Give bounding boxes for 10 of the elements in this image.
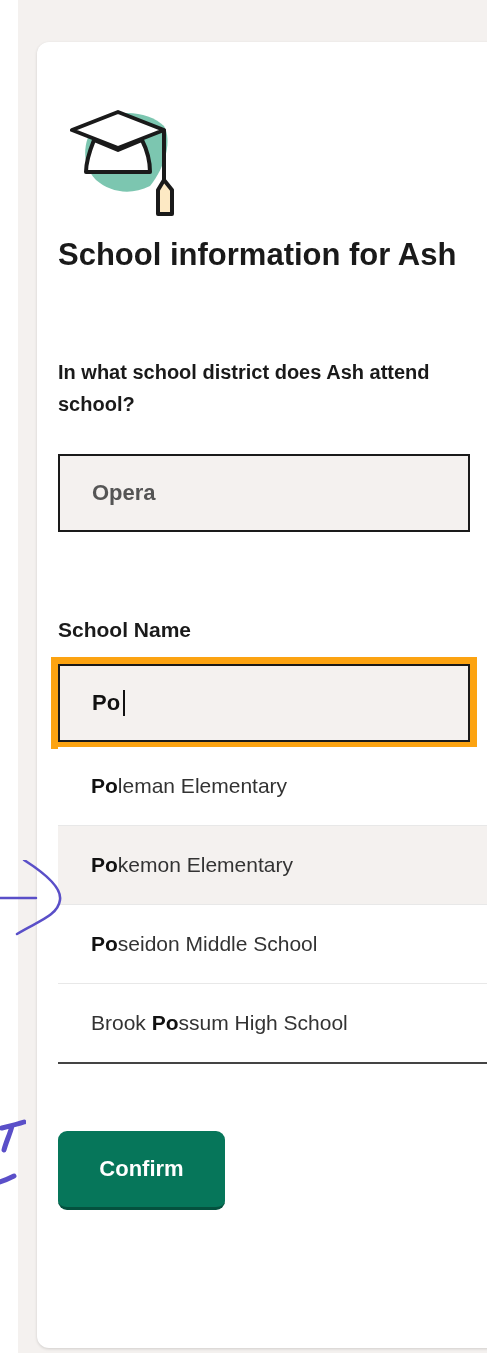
field-label: School Name <box>58 617 192 643</box>
suggestion-option[interactable]: Brook Possum High School <box>58 983 487 1062</box>
suggestion-option[interactable]: Poleman Elementary <box>58 747 487 825</box>
suggestion-option[interactable]: Poseidon Middle School <box>58 904 487 983</box>
suggestion-option[interactable]: Pokemon Elementary <box>58 825 487 904</box>
text-cursor <box>123 690 126 716</box>
question-label: In what school district does Ash attend school? <box>58 360 431 417</box>
district-field[interactable]: Opera <box>58 454 470 532</box>
confirm-button[interactable]: Confirm <box>58 1131 225 1210</box>
page-title: School information for Ash <box>58 236 457 274</box>
